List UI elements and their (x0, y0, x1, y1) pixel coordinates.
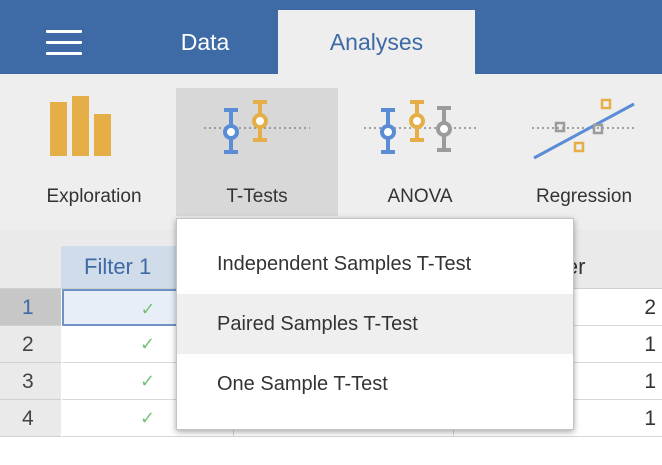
regression-label: Regression (535, 186, 633, 207)
row-number[interactable]: 4 (0, 400, 61, 437)
anova-label: ANOVA (387, 186, 453, 207)
menu-item-independent-samples-ttest[interactable]: Independent Samples T-Test (177, 234, 573, 294)
row-number[interactable]: 1 (0, 289, 61, 326)
ttest-icon (204, 100, 310, 154)
menu-item-one-sample-ttest[interactable]: One Sample T-Test (177, 354, 573, 414)
exploration-label: Exploration (46, 186, 142, 207)
tab-analyses[interactable]: Analyses (278, 10, 475, 74)
top-bar: Data Analyses (0, 0, 662, 74)
tab-data[interactable]: Data (150, 10, 260, 74)
anova-icon (364, 100, 478, 154)
ttests-label: T-Tests (226, 186, 288, 207)
ttests-dropdown-menu: Independent Samples T-Test Paired Sample… (176, 218, 574, 430)
row-number[interactable]: 3 (0, 363, 61, 400)
anova-button[interactable]: ANOVA (350, 88, 490, 216)
regression-button[interactable]: Regression (510, 88, 658, 216)
analyses-ribbon: Exploration T-Tests ANOVA Regression (0, 74, 662, 230)
ttests-button[interactable]: T-Tests (176, 88, 338, 216)
regression-icon (532, 98, 635, 160)
bar-chart-icon (50, 96, 111, 156)
hamburger-menu-icon[interactable] (46, 30, 82, 56)
row-number[interactable]: 2 (0, 326, 61, 363)
exploration-button[interactable]: Exploration (22, 88, 166, 216)
menu-item-paired-samples-ttest[interactable]: Paired Samples T-Test (177, 294, 573, 354)
